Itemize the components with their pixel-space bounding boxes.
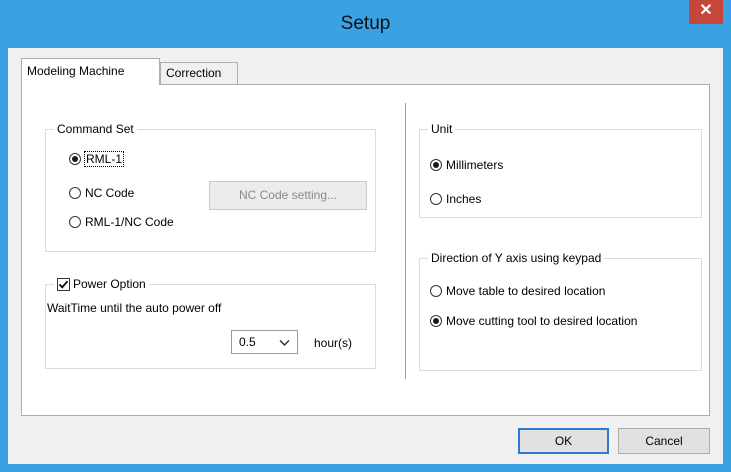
power-option-toggle[interactable]: Power Option — [54, 275, 149, 293]
radio-inches[interactable]: Inches — [430, 190, 481, 208]
radio-button[interactable] — [430, 285, 442, 297]
radio-label: Move cutting tool to desired location — [446, 314, 638, 328]
setup-dialog: Setup ✕ Modeling Machine Correction Comm… — [0, 0, 731, 472]
radio-rml1-nc-code[interactable]: RML-1/NC Code — [69, 213, 174, 231]
power-option-group: Power Option WaitTime until the auto pow… — [45, 275, 376, 369]
tab-label: Correction — [166, 66, 222, 80]
radio-label: RML-1 — [83, 151, 125, 167]
radio-label: Millimeters — [446, 158, 504, 172]
chevron-down-icon — [279, 339, 290, 347]
power-option-label: Power Option — [73, 277, 146, 291]
hours-unit-label: hour(s) — [314, 336, 353, 350]
nc-code-setting-button[interactable]: NC Code setting... — [209, 181, 367, 210]
tab-correction[interactable]: Correction — [160, 62, 238, 84]
radio-button[interactable] — [430, 193, 442, 205]
radio-button[interactable] — [69, 153, 81, 165]
radio-button[interactable] — [430, 159, 442, 171]
unit-title: Unit — [428, 121, 456, 137]
radio-label: Inches — [446, 192, 482, 206]
radio-millimeters[interactable]: Millimeters — [430, 156, 503, 174]
dialog-client-area: Modeling Machine Correction Command Set … — [8, 48, 723, 464]
command-set-group: Command Set RML-1 NC Code RML-1/NC Code … — [45, 121, 376, 252]
close-button[interactable]: ✕ — [689, 0, 723, 24]
close-icon: ✕ — [699, 2, 713, 19]
ok-button[interactable]: OK — [518, 428, 609, 454]
direction-title: Direction of Y axis using keypad — [428, 250, 605, 266]
select-value: 0.5 — [239, 335, 256, 349]
radio-nc-code[interactable]: NC Code — [69, 184, 134, 202]
tab-modeling-machine[interactable]: Modeling Machine — [21, 58, 160, 85]
power-off-time-select[interactable]: 0.5 — [231, 330, 298, 354]
radio-label: Move table to desired location — [446, 284, 606, 298]
radio-label: RML-1/NC Code — [85, 215, 174, 229]
window-title: Setup — [340, 13, 391, 34]
command-set-title: Command Set — [54, 121, 137, 137]
tab-panel-modeling-machine: Command Set RML-1 NC Code RML-1/NC Code … — [21, 84, 710, 416]
vertical-divider — [405, 103, 406, 379]
radio-button[interactable] — [430, 315, 442, 327]
radio-move-table[interactable]: Move table to desired location — [430, 282, 605, 300]
title-bar[interactable]: Setup ✕ — [0, 0, 731, 48]
direction-y-axis-group: Direction of Y axis using keypad Move ta… — [419, 250, 702, 371]
radio-rml1[interactable]: RML-1 — [69, 150, 125, 168]
radio-label: NC Code — [85, 186, 135, 200]
radio-move-cutting-tool[interactable]: Move cutting tool to desired location — [430, 312, 637, 330]
cancel-button[interactable]: Cancel — [618, 428, 710, 454]
unit-group: Unit Millimeters Inches — [419, 121, 702, 218]
power-option-checkbox[interactable] — [57, 277, 70, 291]
radio-button[interactable] — [69, 216, 81, 228]
tab-label: Modeling Machine — [27, 64, 125, 78]
radio-button[interactable] — [69, 187, 81, 199]
wait-time-label: WaitTime until the auto power off — [47, 301, 222, 315]
checkmark-icon — [58, 280, 69, 289]
